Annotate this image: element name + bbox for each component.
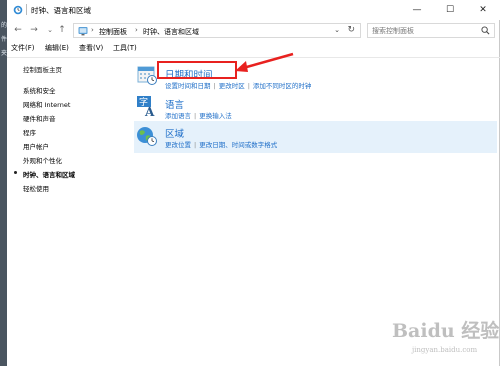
watermark-text: Baidu 经验 xyxy=(392,320,500,342)
address-bar[interactable]: › 控制面板 › 时钟、语言和区域 ⌄ ↻ xyxy=(73,23,361,38)
region-title[interactable]: 区域 xyxy=(165,126,184,140)
set-time-date-link[interactable]: 设置时间和日期 xyxy=(165,82,211,90)
sidebar-item-control-panel-home[interactable]: 控制面板主页 xyxy=(23,64,62,74)
sidebar-item-clock-language-region[interactable]: 时钟、语言和区域 xyxy=(23,169,75,179)
globe-clock-icon xyxy=(137,127,157,146)
window-title: 时钟、语言和区域 xyxy=(31,6,91,15)
change-location-link[interactable]: 更改位置 xyxy=(165,141,191,149)
svg-text:A: A xyxy=(144,105,155,117)
sidebar-item-user-accounts[interactable]: 用户帐户 xyxy=(23,141,49,151)
calendar-clock-icon xyxy=(137,66,157,85)
menu-view[interactable]: 查看(V) xyxy=(79,43,103,53)
current-item-bullet-icon xyxy=(14,171,17,174)
up-button[interactable]: ↑ xyxy=(55,23,69,37)
close-button[interactable]: ✕ xyxy=(466,0,500,20)
breadcrumb-chevron-icon: › xyxy=(91,26,94,34)
breadcrumb-control-panel[interactable]: 控制面板 xyxy=(99,27,127,37)
language-icon: 字 A xyxy=(137,96,155,117)
minimize-button[interactable]: — xyxy=(400,0,434,20)
add-clocks-link[interactable]: 添加不同时区的时钟 xyxy=(253,82,312,90)
language-links: 添加语言 | 更换输入法 xyxy=(165,112,232,120)
sidebar-item-appearance[interactable]: 外观和个性化 xyxy=(23,155,62,165)
annotation-highlight-box xyxy=(157,61,237,79)
control-panel-icon xyxy=(78,27,88,36)
breadcrumb-current[interactable]: 时钟、语言和区域 xyxy=(143,27,199,37)
search-icon[interactable] xyxy=(481,26,490,35)
sidebar-item-programs[interactable]: 程序 xyxy=(23,127,36,137)
sidebar-item-hardware-sound[interactable]: 硬件和声音 xyxy=(23,113,56,123)
region-links: 更改位置 | 更改日期、时间或数字格式 xyxy=(165,141,278,149)
menu-edit[interactable]: 编辑(E) xyxy=(45,43,69,53)
sidebar-item-system-security[interactable]: 系统和安全 xyxy=(23,85,56,95)
change-timezone-link[interactable]: 更改时区 xyxy=(219,82,245,90)
change-input-method-link[interactable]: 更换输入法 xyxy=(199,112,232,120)
forward-button[interactable]: → xyxy=(27,23,41,37)
breadcrumb-chevron-icon: › xyxy=(135,26,138,34)
menu-file[interactable]: 文件(F) xyxy=(11,43,35,53)
navigation-bar: ← → ⌄ ↑ › 控制面板 › 时钟、语言和区域 ⌄ ↻ xyxy=(7,20,500,42)
sidebar-item-network[interactable]: 网络和 Internet xyxy=(23,99,70,109)
add-language-link[interactable]: 添加语言 xyxy=(165,112,191,120)
change-date-time-format-link[interactable]: 更改日期、时间或数字格式 xyxy=(199,141,277,149)
desktop-strip: 的 件 夹 xyxy=(0,0,7,366)
language-title[interactable]: 语言 xyxy=(165,97,184,111)
annotation-arrow-icon xyxy=(235,52,294,72)
search-input[interactable] xyxy=(368,24,478,37)
watermark-url: jingyan.baidu.com xyxy=(412,346,478,354)
menu-tools[interactable]: 工具(T) xyxy=(113,43,137,53)
title-separator xyxy=(26,4,27,15)
sidebar-item-ease-of-access[interactable]: 轻松使用 xyxy=(23,183,49,193)
title-bar: 时钟、语言和区域 — ☐ ✕ xyxy=(7,0,500,20)
date-time-links: 设置时间和日期 | 更改时区 | 添加不同时区的时钟 xyxy=(165,82,312,90)
clock-globe-app-icon xyxy=(13,5,23,15)
refresh-icon[interactable]: ↻ xyxy=(347,25,355,35)
baidu-watermark: Baidu 经验 jingyan.baidu.com xyxy=(388,310,500,366)
back-button[interactable]: ← xyxy=(11,23,25,37)
maximize-button[interactable]: ☐ xyxy=(433,0,467,20)
address-dropdown-icon[interactable]: ⌄ xyxy=(334,26,340,34)
search-box[interactable] xyxy=(367,23,495,38)
